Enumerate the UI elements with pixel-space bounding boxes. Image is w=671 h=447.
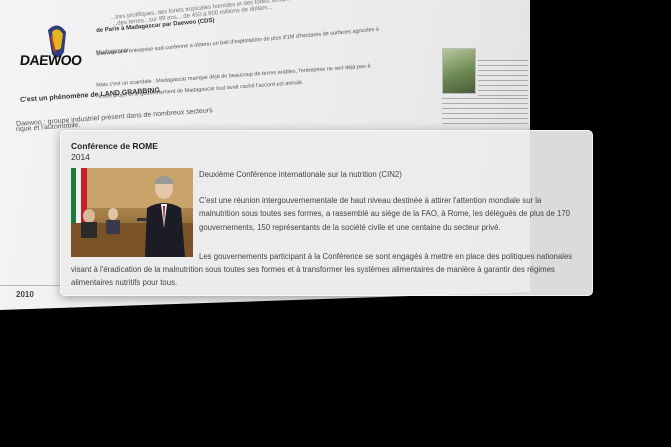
card-title: Conférence de ROME — [71, 141, 158, 151]
bg-sidebar-text — [478, 60, 528, 100]
card-body: Deuxième Conférence internationale sur l… — [199, 168, 583, 247]
bg-line: C'est un phénomène de LAND GRABBING — [19, 87, 161, 104]
event-popup-card: Conférence de ROME 2014 Deuxième Confére… — [60, 130, 593, 296]
card-paragraph-2-line1: Les gouvernements participant à la Confé… — [199, 252, 573, 261]
bg-thumbnail — [442, 48, 476, 94]
card-subtitle: Deuxième Conférence internationale sur l… — [199, 170, 402, 179]
card-paragraph-2: Les gouvernements participant à la Confé… — [71, 250, 583, 290]
card-year: 2014 — [71, 152, 90, 162]
speaker-image — [71, 168, 193, 257]
timeline-year-2010[interactable]: 2010 — [16, 290, 34, 299]
daewoo-logo-text: DAEWOO — [19, 52, 83, 68]
card-paragraph-2-rest: visant à l'éradication de la malnutritio… — [71, 265, 555, 288]
bg-sidebar-text — [442, 98, 528, 124]
conference-photo — [71, 168, 193, 257]
card-paragraph-1: C'est une réunion intergouvernementale d… — [199, 196, 570, 232]
